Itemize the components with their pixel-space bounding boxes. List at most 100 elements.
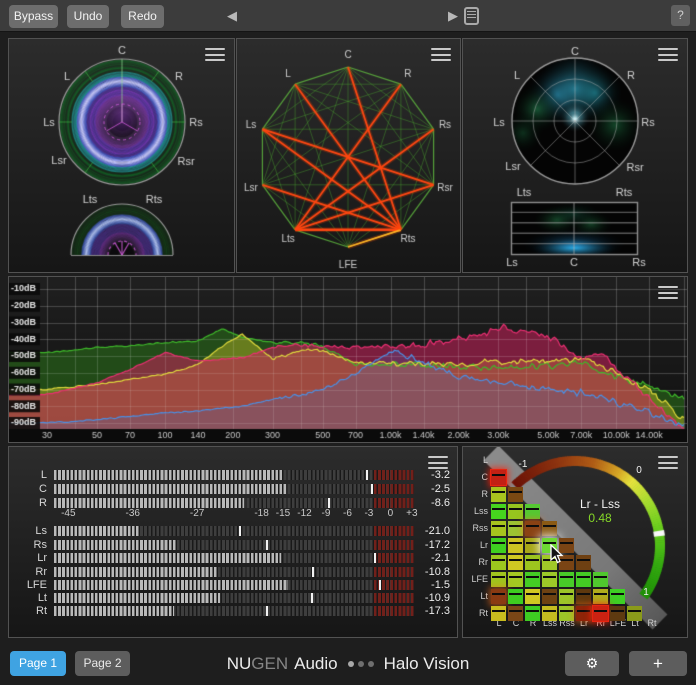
meter-scale-tick: -45 (61, 508, 75, 519)
matrix-row-label: Rr (463, 557, 488, 567)
prev-preset-icon[interactable]: ◀ (227, 8, 237, 24)
matrix-cell-Rr-C[interactable] (508, 555, 523, 570)
spectrum-analyzer-panel (8, 276, 688, 443)
toolbar: Bypass Undo Redo ◀ ▶ ? (0, 0, 696, 32)
meter-row-LFE: LFE-1.5 (9, 580, 457, 591)
matrix-cell-Lt-LFE[interactable] (610, 589, 625, 604)
matrix-cell-Lt-L[interactable] (491, 589, 506, 604)
matrix-cell-Rt-Rss[interactable] (559, 606, 574, 621)
matrix-cell-Lt-Rss[interactable] (559, 589, 574, 604)
matrix-cell-Rss-R[interactable] (525, 521, 540, 536)
matrix-cell-Rt-Lt[interactable] (627, 606, 642, 621)
matrix-cell-LFE-Rr[interactable] (593, 572, 608, 587)
matrix-cell-Rt-Rr[interactable] (593, 606, 608, 621)
meter-scale: -45-36-27-18-15-12-9-6-30+3 (9, 508, 457, 520)
matrix-cell-Rt-L[interactable] (491, 606, 506, 621)
matrix-cell-Lt-R[interactable] (525, 589, 540, 604)
matrix-cell-Lss-C[interactable] (508, 504, 523, 519)
matrix-cell-LFE-L[interactable] (491, 572, 506, 587)
bypass-button[interactable]: Bypass (9, 5, 58, 28)
matrix-cell-Rt-C[interactable] (508, 606, 523, 621)
meter-bar (54, 470, 414, 480)
panel-menu-icon[interactable] (658, 48, 678, 61)
help-button[interactable]: ? (671, 5, 690, 26)
correlation-web-panel (236, 38, 461, 273)
meter-row-Rr: Rr-10.8 (9, 567, 457, 578)
meter-scale-tick: -6 (343, 508, 352, 519)
next-preset-icon[interactable]: ▶ (448, 8, 458, 24)
matrix-cell-Rss-C[interactable] (508, 521, 523, 536)
matrix-cell-Lt-Lr[interactable] (576, 589, 591, 604)
matrix-cell-LFE-C[interactable] (508, 572, 523, 587)
matrix-cell-Rr-Lr[interactable] (576, 555, 591, 570)
meter-row-C: C-2.5 (9, 484, 457, 495)
matrix-cell-Lr-C[interactable] (508, 538, 523, 553)
matrix-cell-LFE-Lss[interactable] (542, 572, 557, 587)
matrix-cell-Rr-L[interactable] (491, 555, 506, 570)
meter-scale-tick: -12 (297, 508, 311, 519)
meter-label: Lt (9, 592, 47, 604)
meter-bar (54, 526, 414, 536)
matrix-cell-Lt-Lss[interactable] (542, 589, 557, 604)
matrix-cell-Lr-R[interactable] (525, 538, 540, 553)
matrix-row-label: LFE (463, 574, 488, 584)
surround-energy-panel (8, 38, 235, 273)
matrix-cell-Lr-L[interactable] (491, 538, 506, 553)
matrix-cell-Lss-L[interactable] (491, 504, 506, 519)
halo-vision-window: Bypass Undo Redo ◀ ▶ ? L-3.2C-2.5R-8.6Ls… (0, 0, 696, 685)
matrix-cell-R-L[interactable] (491, 487, 506, 502)
panel-menu-icon[interactable] (428, 456, 448, 469)
meter-label: L (9, 469, 47, 481)
gauge-max-label: 1 (636, 587, 656, 598)
matrix-cell-C-L[interactable] (491, 470, 506, 485)
meter-label: Rs (9, 539, 47, 551)
brand-nu: NU (227, 654, 252, 674)
matrix-cell-Rt-R[interactable] (525, 606, 540, 621)
meter-label: Ls (9, 525, 47, 537)
matrix-cell-Rt-Lr[interactable] (576, 606, 591, 621)
panel-menu-icon[interactable] (658, 286, 678, 299)
matrix-row-label: Rss (463, 523, 488, 533)
meter-bar (54, 580, 414, 590)
add-panel-button[interactable]: + (629, 651, 687, 676)
meter-value: -17.2 (413, 539, 450, 551)
meter-value: -10.9 (413, 592, 450, 604)
meter-scale-tick: -36 (125, 508, 139, 519)
panel-menu-icon[interactable] (205, 48, 225, 61)
matrix-cell-Rt-Lss[interactable] (542, 606, 557, 621)
matrix-cell-LFE-Rss[interactable] (559, 572, 574, 587)
meter-scale-tick: 0 (388, 508, 394, 519)
meter-scale-tick: -18 (254, 508, 268, 519)
meter-value: -10.8 (413, 566, 450, 578)
level-meters-panel: L-3.2C-2.5R-8.6Ls-21.0Rs-17.2Lr-2.1Rr-10… (8, 446, 458, 638)
meter-label: Rt (9, 605, 47, 617)
gauge-value-readout: 0.48 (550, 511, 650, 525)
meter-scale-tick: -9 (322, 508, 331, 519)
undo-button[interactable]: Undo (67, 5, 109, 28)
brand-dots-icon (348, 661, 374, 667)
meter-scale-tick: -27 (190, 508, 204, 519)
meter-bar (54, 593, 414, 603)
matrix-cell-LFE-Lr[interactable] (576, 572, 591, 587)
matrix-row-label: C (463, 472, 488, 482)
matrix-cell-Lt-C[interactable] (508, 589, 523, 604)
redo-button[interactable]: Redo (121, 5, 164, 28)
meter-label: Lr (9, 552, 47, 564)
matrix-cell-Lss-R[interactable] (525, 504, 540, 519)
matrix-row-label: R (463, 489, 488, 499)
matrix-cell-LFE-R[interactable] (525, 572, 540, 587)
meter-bar (54, 498, 414, 508)
panel-menu-icon[interactable] (431, 48, 451, 61)
meter-row-Lr: Lr -2.1 (9, 553, 457, 564)
meter-scale-tick: -3 (364, 508, 373, 519)
matrix-cell-R-C[interactable] (508, 487, 523, 502)
preset-list-icon[interactable] (464, 7, 479, 25)
matrix-cell-Rt-LFE[interactable] (610, 606, 625, 621)
meter-value: -2.1 (413, 552, 450, 564)
matrix-cell-Rr-R[interactable] (525, 555, 540, 570)
meter-value: -21.0 (413, 525, 450, 537)
matrix-cell-Rss-L[interactable] (491, 521, 506, 536)
matrix-cell-Lt-Rr[interactable] (593, 589, 608, 604)
settings-gear-button[interactable]: ⚙ (565, 651, 619, 676)
panel-menu-icon[interactable] (658, 456, 678, 469)
